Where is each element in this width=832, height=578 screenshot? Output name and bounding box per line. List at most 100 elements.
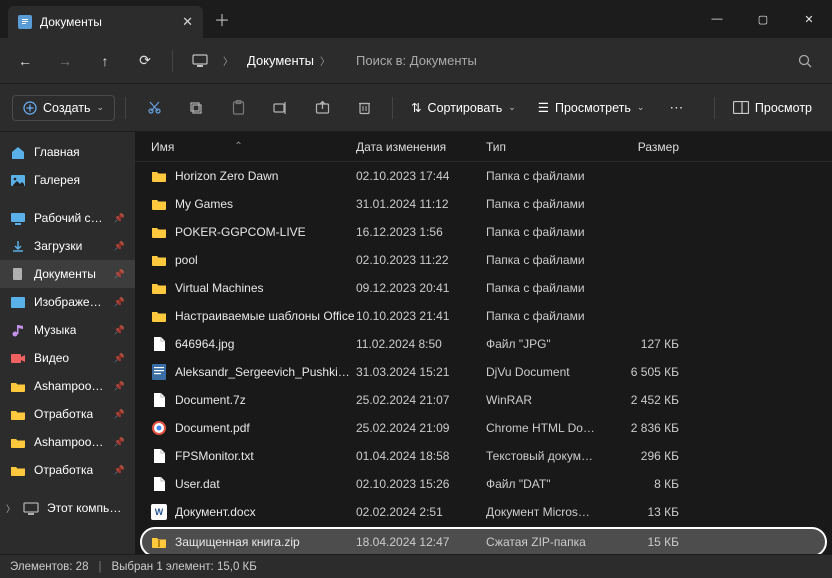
paste-button[interactable] <box>220 91 256 125</box>
rename-button[interactable] <box>262 91 298 125</box>
file-row[interactable]: Document.pdf25.02.2024 21:09Chrome HTML … <box>135 414 832 442</box>
sidebar-item[interactable]: Видео📌 <box>0 344 135 372</box>
pin-icon: 📌 <box>114 465 125 476</box>
new-label: Создать <box>43 101 91 115</box>
file-row[interactable]: Horizon Zero Dawn02.10.2023 17:44Папка с… <box>135 162 832 190</box>
close-window-button[interactable]: ✕ <box>786 0 832 38</box>
file-row[interactable]: WДокумент.docx02.02.2024 2:51Документ Mi… <box>135 498 832 526</box>
share-button[interactable] <box>304 91 340 125</box>
file-row[interactable]: Virtual Machines09.12.2023 20:41Папка с … <box>135 274 832 302</box>
sidebar-item[interactable]: Отработка📌 <box>0 456 135 484</box>
tab-close-button[interactable]: ✕ <box>182 14 193 30</box>
file-name: Защищенная книга.zip <box>175 535 300 549</box>
file-date: 16.12.2023 1:56 <box>356 225 486 239</box>
toolbar: Создать ⌄ ⇅ Сортировать ⌄ ☰ Просмотреть … <box>0 84 832 132</box>
refresh-button[interactable]: ⟳ <box>128 44 162 78</box>
file-size: 13 КБ <box>611 505 691 519</box>
pin-icon: 📌 <box>114 437 125 448</box>
sidebar-label: Этот компьюте… <box>47 501 125 515</box>
new-tab-button[interactable]: ＋ <box>207 7 237 31</box>
file-row[interactable]: Защищенная книга.zip18.04.2024 12:47Сжат… <box>141 528 826 554</box>
file-name: Настраиваемые шаблоны Office <box>175 309 355 323</box>
chevron-down-icon: ⌄ <box>508 102 516 113</box>
chevron-down-icon: ⌄ <box>97 102 105 113</box>
file-name: POKER-GGPCOM-LIVE <box>175 225 306 239</box>
sidebar-item[interactable]: Музыка📌 <box>0 316 135 344</box>
sidebar-item[interactable]: Ashampoo Snap…📌 <box>0 428 135 456</box>
cut-button[interactable] <box>136 91 172 125</box>
column-date[interactable]: Дата изменения <box>356 140 486 154</box>
file-icon <box>151 308 167 324</box>
tab-title: Документы <box>40 15 174 29</box>
preview-label: Просмотр <box>755 101 812 115</box>
file-type: Папка с файлами <box>486 309 611 323</box>
file-type: Сжатая ZIP-папка <box>486 535 611 549</box>
sidebar-item[interactable]: Загрузки📌 <box>0 232 135 260</box>
column-type[interactable]: Тип <box>486 140 611 154</box>
file-row[interactable]: Aleksandr_Sergeevich_Pushkin_Skazki.djvu… <box>135 358 832 386</box>
file-icon <box>151 280 167 296</box>
file-size: 2 836 КБ <box>611 421 691 435</box>
sidebar-label: Музыка <box>34 323 76 337</box>
search-placeholder: Поиск в: Документы <box>356 53 477 68</box>
file-date: 10.10.2023 21:41 <box>356 309 486 323</box>
pin-icon: 📌 <box>114 297 125 308</box>
home-icon <box>10 144 26 160</box>
copy-button[interactable] <box>178 91 214 125</box>
file-size: 8 КБ <box>611 477 691 491</box>
pin-icon: 📌 <box>114 241 125 252</box>
file-type: DjVu Document <box>486 365 611 379</box>
delete-button[interactable] <box>346 91 382 125</box>
more-button[interactable]: ⋯ <box>658 91 694 125</box>
sidebar-item[interactable]: Главная <box>0 138 135 166</box>
file-type: Текстовый докум… <box>486 449 611 463</box>
file-row[interactable]: My Games31.01.2024 11:12Папка с файлами <box>135 190 832 218</box>
file-row[interactable]: Document.7z25.02.2024 21:07WinRAR2 452 К… <box>135 386 832 414</box>
search-box[interactable]: Поиск в: Документы <box>344 53 824 68</box>
breadcrumb-item[interactable]: Документы <box>247 53 314 68</box>
pin-icon: 📌 <box>114 353 125 364</box>
preview-button[interactable]: Просмотр <box>725 96 820 120</box>
sidebar-label: Изображени… <box>34 295 106 309</box>
view-button[interactable]: ☰ Просмотреть ⌄ <box>530 95 653 120</box>
file-type: Папка с файлами <box>486 169 611 183</box>
breadcrumb[interactable]: Документы 〉 <box>239 53 338 68</box>
back-button[interactable]: ← <box>8 44 42 78</box>
file-area: Имя⌃ Дата изменения Тип Размер Horizon Z… <box>135 132 832 554</box>
sidebar-item[interactable]: Отработка📌 <box>0 400 135 428</box>
file-row[interactable]: FPSMonitor.txt01.04.2024 18:58Текстовый … <box>135 442 832 470</box>
file-date: 31.01.2024 11:12 <box>356 197 486 211</box>
forward-button[interactable]: → <box>48 44 82 78</box>
minimize-button[interactable]: — <box>694 0 740 38</box>
file-row[interactable]: 646964.jpg11.02.2024 8:50Файл "JPG"127 К… <box>135 330 832 358</box>
file-size: 2 452 КБ <box>611 393 691 407</box>
pin-icon: 📌 <box>114 409 125 420</box>
sidebar-item[interactable]: 〉Этот компьюте… <box>0 494 135 522</box>
sidebar-item[interactable]: Изображени… 📌 <box>0 288 135 316</box>
sort-button[interactable]: ⇅ Сортировать ⌄ <box>403 95 524 120</box>
file-type: Файл "DAT" <box>486 477 611 491</box>
desktop-icon <box>10 210 26 226</box>
pc-icon[interactable] <box>183 44 217 78</box>
file-row[interactable]: POKER-GGPCOM-LIVE16.12.2023 1:56Папка с … <box>135 218 832 246</box>
file-icon <box>151 336 167 352</box>
sidebar-item[interactable]: Рабочий сто…📌 <box>0 204 135 232</box>
file-icon <box>151 224 167 240</box>
file-row[interactable]: User.dat02.10.2023 15:26Файл "DAT"8 КБ <box>135 470 832 498</box>
documents-icon <box>10 266 26 282</box>
new-button[interactable]: Создать ⌄ <box>12 95 115 121</box>
pin-icon: 📌 <box>114 213 125 224</box>
column-name[interactable]: Имя⌃ <box>141 140 356 154</box>
sidebar-label: Документы <box>34 267 96 281</box>
file-row[interactable]: Настраиваемые шаблоны Office10.10.2023 2… <box>135 302 832 330</box>
column-size[interactable]: Размер <box>611 140 691 154</box>
maximize-button[interactable]: ▢ <box>740 0 786 38</box>
file-row[interactable]: pool02.10.2023 11:22Папка с файлами <box>135 246 832 274</box>
tab-documents[interactable]: Документы ✕ <box>8 6 203 38</box>
up-button[interactable]: ↑ <box>88 44 122 78</box>
sidebar-item[interactable]: Документы📌 <box>0 260 135 288</box>
file-name: FPSMonitor.txt <box>175 449 254 463</box>
file-date: 02.10.2023 11:22 <box>356 253 486 267</box>
sidebar-item[interactable]: Галерея <box>0 166 135 194</box>
sidebar-item[interactable]: Ashampoo Snap…📌 <box>0 372 135 400</box>
